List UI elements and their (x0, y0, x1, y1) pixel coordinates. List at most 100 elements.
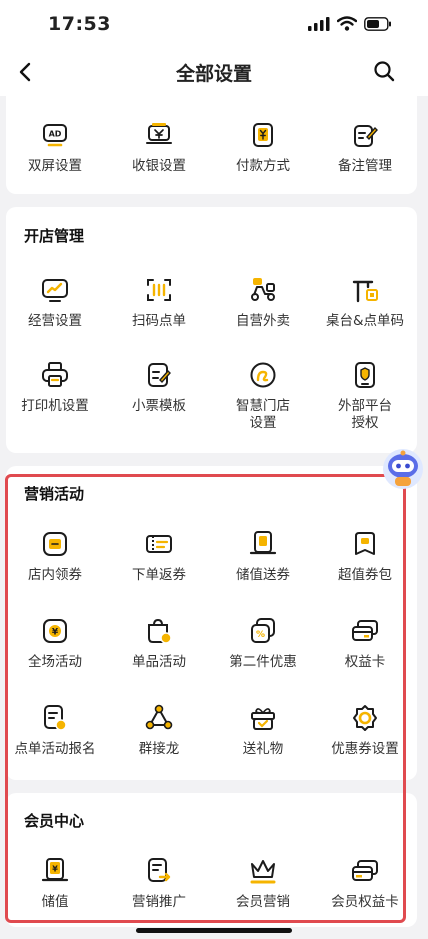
cashier-icon (146, 123, 172, 144)
svg-text:AD: AD (49, 130, 62, 139)
coupon-settings-icon (353, 705, 377, 731)
grid-item-stored-value-coupon[interactable]: 储值送券 (212, 529, 314, 584)
receipt-template-icon (148, 363, 171, 387)
grid-item-send-gift[interactable]: 送礼物 (212, 703, 314, 758)
grid-label: 下单返券 (132, 567, 186, 583)
second-item-discount-icon: % (251, 618, 275, 643)
printer-icon (42, 362, 68, 387)
activity-signup-icon (44, 705, 67, 731)
svg-text:%: % (256, 630, 265, 640)
grid-item-business-settings[interactable]: 经营设置 (4, 275, 106, 330)
grid-item-receipt-template[interactable]: 小票模板 (108, 360, 210, 415)
grid-label: 智慧门店 (236, 398, 290, 414)
search-icon[interactable] (372, 59, 396, 83)
grid-label: 群接龙 (138, 741, 180, 757)
coupon-pack-icon (355, 532, 375, 555)
grid-label: 优惠券设置 (331, 741, 399, 757)
group-relay-icon (145, 704, 173, 730)
grid-item-group-relay[interactable]: 群接龙 (108, 703, 210, 758)
grid-label-line2: 设置 (249, 415, 277, 431)
assistant-robot-icon[interactable] (382, 448, 424, 490)
grid-label: 经营设置 (28, 313, 82, 329)
grid-label: 付款方式 (236, 158, 290, 174)
svg-text:¥: ¥ (52, 865, 58, 874)
wifi-icon (337, 16, 357, 31)
grid-item-notes[interactable]: 备注管理 (314, 120, 416, 175)
grid-item-stored-value[interactable]: ¥ 储值 (4, 856, 106, 911)
grid-item-promotion[interactable]: 营销推广 (108, 856, 210, 911)
grid-label: 超值券包 (338, 567, 392, 583)
grid-label: 会员营销 (236, 894, 290, 910)
grid-item-coupon-settings[interactable]: 优惠券设置 (314, 703, 416, 758)
svg-text:¥: ¥ (52, 628, 59, 638)
grid-label: 送礼物 (242, 741, 284, 757)
grid-item-member-marketing[interactable]: 会员营销 (212, 856, 314, 911)
settings-card-top: AD 双屏设置 收银设置 付款方式 备注管理 (6, 96, 417, 194)
grid-item-second-discount[interactable]: % 第二件优惠 (212, 616, 314, 671)
grid-label-line2: 授权 (351, 415, 379, 431)
grid-item-payment[interactable]: 付款方式 (212, 120, 314, 175)
grid-label: 点单活动报名 (14, 741, 96, 757)
smart-store-icon (250, 362, 276, 388)
grid-item-order-coupon[interactable]: 下单返券 (108, 529, 210, 584)
grid-label: 小票模板 (132, 398, 186, 414)
delivery-scooter-icon (251, 278, 275, 301)
grid-label: 备注管理 (338, 158, 392, 174)
section-title: 营销活动 (24, 485, 85, 503)
grid-label: 店内领券 (28, 567, 82, 583)
grid-label: 桌台&点单码 (325, 313, 405, 329)
grid-item-activity-signup[interactable]: 点单活动报名 (4, 703, 106, 758)
grid-item-dual-screen[interactable]: AD 双屏设置 (4, 120, 106, 175)
section-title: 会员中心 (24, 812, 85, 830)
grid-label: 双屏设置 (28, 158, 82, 174)
scan-order-icon (147, 279, 171, 301)
grid-label: 营销推广 (132, 894, 186, 910)
benefit-card-icon (352, 620, 378, 641)
member-card-icon (352, 860, 378, 881)
member-crown-icon (250, 860, 276, 884)
stored-value-icon: ¥ (41, 858, 69, 882)
signal-icon (308, 16, 330, 31)
grid-item-item-promo[interactable]: 单品活动 (108, 616, 210, 671)
grid-item-smart-store[interactable]: 智慧门店 设置 (212, 360, 314, 432)
grid-label: 全场活动 (28, 654, 82, 670)
grid-item-cashier[interactable]: 收银设置 (108, 120, 210, 175)
platform-auth-icon (355, 362, 375, 388)
order-coupon-icon (146, 535, 172, 553)
grid-item-platform-auth[interactable]: 外部平台 授权 (314, 360, 416, 432)
note-edit-icon (354, 125, 378, 147)
business-chart-icon (42, 279, 68, 302)
store-wide-icon: ¥ (43, 619, 67, 643)
grid-item-printer[interactable]: 打印机设置 (4, 360, 106, 415)
item-promo-icon (148, 618, 172, 644)
status-time: 17:53 (48, 13, 111, 35)
table-qrcode-icon (352, 280, 378, 303)
settings-card-marketing: 营销活动 店内领券 下单返券 储值送券 超值券包 ¥ 全场活动 单品活动 % 第… (6, 466, 417, 780)
section-title: 开店管理 (24, 227, 85, 245)
grid-item-store-wide[interactable]: ¥ 全场活动 (4, 616, 106, 671)
grid-item-coupon-pack[interactable]: 超值券包 (314, 529, 416, 584)
stored-value-coupon-icon (249, 531, 277, 555)
gift-icon (251, 708, 275, 730)
grid-item-benefit-card[interactable]: 权益卡 (314, 616, 416, 671)
grid-label: 外部平台 (338, 398, 392, 414)
grid-item-member-card[interactable]: 会员权益卡 (314, 856, 416, 911)
grid-label: 储值送券 (236, 567, 290, 583)
settings-card-shop: 开店管理 经营设置 扫码点单 自营外卖 桌台&点单码 打印机设置 小票模板 智慧… (6, 207, 417, 453)
settings-card-member: 会员中心 ¥ 储值 营销推广 会员营销 会员权益卡 (6, 793, 417, 927)
grid-item-scan-order[interactable]: 扫码点单 (108, 275, 210, 330)
grid-item-table-qrcode[interactable]: 桌台&点单码 (314, 275, 416, 330)
grid-label: 收银设置 (132, 158, 186, 174)
home-indicator (136, 928, 292, 933)
grid-label: 储值 (41, 894, 69, 910)
promotion-icon (148, 858, 171, 882)
payment-method-icon (253, 123, 273, 147)
battery-icon (364, 16, 391, 31)
grid-label: 第二件优惠 (229, 654, 297, 670)
grid-label: 权益卡 (344, 654, 386, 670)
grid-item-store-coupon[interactable]: 店内领券 (4, 529, 106, 584)
grid-label: 会员权益卡 (331, 894, 399, 910)
grid-label: 打印机设置 (21, 398, 89, 414)
grid-label: 自营外卖 (236, 313, 290, 329)
grid-item-self-delivery[interactable]: 自营外卖 (212, 275, 314, 330)
